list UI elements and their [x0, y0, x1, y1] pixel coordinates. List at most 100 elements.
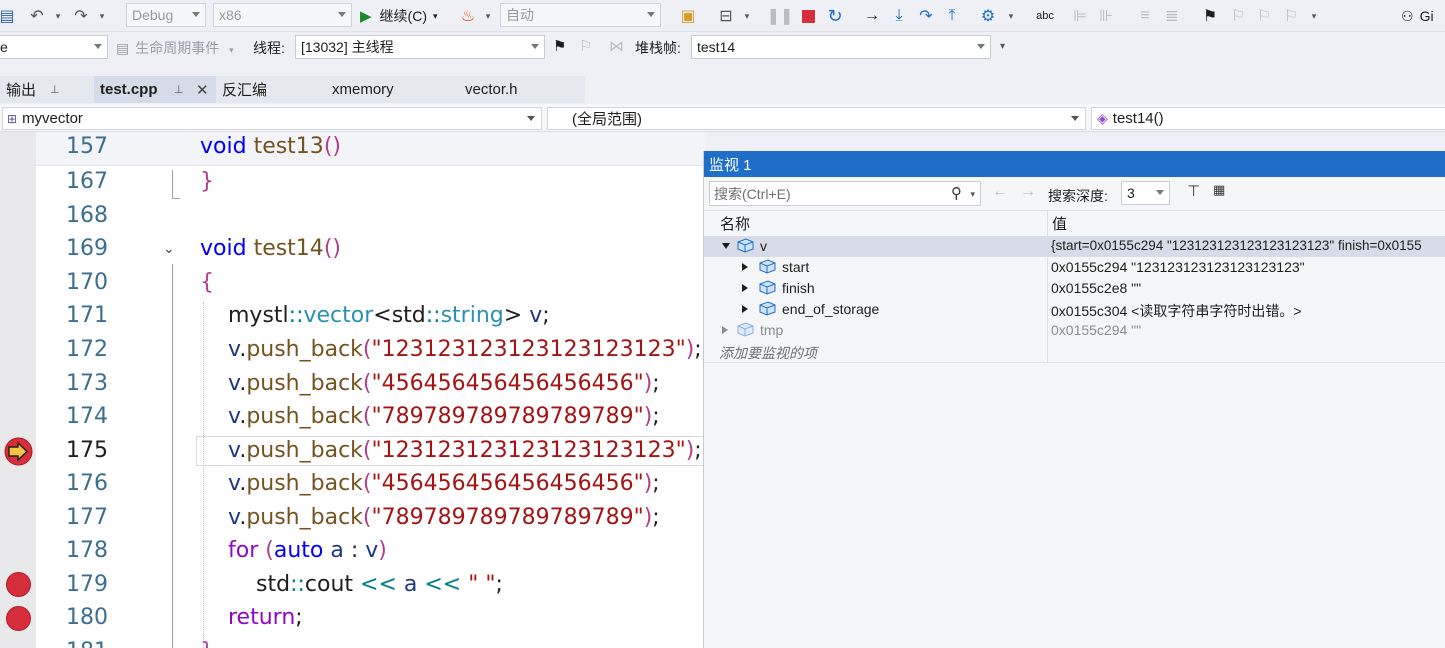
auto-combo[interactable]: 自动	[500, 3, 661, 27]
step-into-icon[interactable]: ⤓	[889, 5, 909, 27]
save-icon[interactable]: ▤	[0, 5, 15, 27]
indent-icon[interactable]: ≣	[1162, 5, 1182, 27]
collapse-chevron-icon[interactable]: ⌄	[163, 240, 175, 257]
search-dropdown-icon[interactable]: ▾	[970, 189, 975, 200]
add-watch-placeholder: 添加要监视的项	[719, 345, 817, 361]
expand-triangle-icon[interactable]	[742, 305, 748, 313]
search-depth-combo[interactable]: 3	[1121, 181, 1170, 205]
uncomment-icon[interactable]: ⊪	[1096, 5, 1116, 27]
tab-xmemory-label: xmemory	[332, 81, 394, 98]
tab-disassembly[interactable]: 反汇编	[222, 76, 322, 103]
continue-button[interactable]: ▶ 继续(C) ▾	[360, 5, 454, 27]
search-icon[interactable]: ⚲	[951, 184, 962, 202]
clear-bookmark-icon[interactable]: ⚐	[1281, 5, 1301, 27]
flag-thread-icon[interactable]: ⚑	[553, 37, 566, 55]
redo-dropdown-icon[interactable]: ▾	[96, 5, 108, 27]
project-combo[interactable]: ⊞ myvector	[2, 107, 542, 130]
code-line: mystl::vector<std::string> v;	[228, 303, 550, 328]
code-editor[interactable]: 157 167 168 169 170 171 172 173 174 175 …	[0, 132, 705, 648]
view-format-icon[interactable]: ▦	[1213, 182, 1225, 198]
tab-test-cpp[interactable]: test.cpp ⊥ ✕	[94, 76, 216, 103]
toolbar2-overflow-icon[interactable]: ▾	[1000, 41, 1005, 52]
bookmark-icon[interactable]: ⚑	[1200, 5, 1220, 27]
watch-row[interactable]: start 0x0155c294 "123123123123123123123"	[704, 257, 1445, 278]
redo-icon[interactable]: ↷	[70, 5, 92, 27]
expand-triangle-icon[interactable]	[722, 326, 728, 334]
spell-check-icon[interactable]: abc	[1033, 5, 1057, 27]
platform-combo[interactable]: x86	[213, 3, 352, 27]
watch-row-name: v	[760, 238, 767, 254]
tab-output[interactable]: 输出 ⊥	[0, 76, 92, 103]
watch-row[interactable]: end_of_storage 0x0155c304 <读取字符串字符时出错。>	[704, 299, 1445, 320]
close-icon[interactable]: ✕	[196, 81, 209, 99]
flag-threads-icon[interactable]: ⚐	[579, 37, 592, 55]
add-watch-row[interactable]: 添加要监视的项	[704, 341, 1445, 362]
diagnostic-dropdown-icon[interactable]: ▾	[1005, 5, 1017, 27]
undo-icon[interactable]: ↶	[26, 5, 48, 27]
stop-icon[interactable]	[799, 5, 817, 27]
code-line: }	[200, 639, 214, 648]
struct-cube-icon	[737, 322, 754, 337]
thread-combo[interactable]: [13032] 主线程	[295, 35, 545, 59]
search-depth-value: 3	[1127, 185, 1135, 201]
outline-guide	[172, 170, 173, 198]
window-layout-icon[interactable]: ⊟	[715, 5, 737, 27]
code-line: v.push_back("456456456456456456");	[228, 471, 660, 496]
tab-output-label: 输出	[6, 82, 37, 99]
pin-icon[interactable]: ⊥	[174, 83, 184, 96]
breakpoint-icon[interactable]	[6, 572, 31, 597]
show-next-statement-icon[interactable]: →	[862, 5, 882, 27]
expand-triangle-icon[interactable]	[742, 284, 748, 292]
line-number: 176	[66, 471, 108, 496]
step-over-icon[interactable]: ↷	[914, 5, 938, 27]
layout-dropdown-icon[interactable]: ▾	[741, 5, 753, 27]
diagnostic-icon[interactable]: ⚙	[977, 5, 999, 27]
git-button[interactable]: ⚇ Gi	[1401, 5, 1445, 27]
search-back-icon[interactable]: ←	[992, 183, 1008, 201]
hot-reload-icon[interactable]: ♨	[458, 5, 478, 27]
search-depth-label: 搜索深度:	[1048, 188, 1108, 204]
member-combo[interactable]: ◈ test14()	[1091, 107, 1445, 130]
next-bookmark-icon[interactable]: ⚐	[1254, 5, 1274, 27]
undo-dropdown-icon[interactable]: ▾	[52, 5, 64, 27]
line-number: 177	[66, 505, 108, 530]
search-forward-icon[interactable]: →	[1020, 183, 1036, 201]
outdent-icon[interactable]: ≡	[1135, 5, 1155, 27]
stack-icon[interactable]: ⋈	[609, 37, 624, 55]
git-icon: ⚇	[1401, 7, 1414, 24]
prev-bookmark-icon[interactable]: ⚐	[1228, 5, 1248, 27]
watch-row[interactable]: finish 0x0155c2e8 ""	[704, 278, 1445, 299]
hot-reload-dropdown-icon[interactable]: ▾	[482, 5, 494, 27]
column-header-value[interactable]: 值	[1052, 212, 1067, 234]
code-line: v.push_back("456456456456456456");	[228, 371, 660, 396]
step-out-icon[interactable]: ⤒	[942, 5, 962, 27]
expand-triangle-icon[interactable]	[742, 263, 748, 271]
breakpoint-margin[interactable]	[0, 132, 36, 648]
collapse-triangle-icon[interactable]	[722, 243, 730, 249]
folder-icon[interactable]: ▣	[677, 5, 699, 27]
watch-search-input[interactable]: 搜索(Ctrl+E) ⚲ ▾	[709, 181, 981, 206]
configuration-value: Debug	[132, 7, 174, 23]
toolbar-overflow-icon[interactable]: ▾	[1308, 5, 1320, 27]
tab-xmemory[interactable]: xmemory	[332, 76, 452, 103]
pin-icon[interactable]: ⊥	[50, 83, 60, 96]
restart-icon[interactable]: ↻	[824, 5, 846, 27]
watch-title[interactable]: 监视 1	[704, 151, 1445, 177]
tab-vector-h[interactable]: vector.h	[465, 76, 580, 103]
breakpoint-icon[interactable]	[6, 606, 31, 631]
column-header-name[interactable]: 名称	[720, 212, 750, 234]
lifecycle-events-button[interactable]: ▤ 生命周期事件 ▾	[116, 38, 234, 58]
project-value: myvector	[22, 110, 83, 127]
watch-row[interactable]: tmp 0x0155c294 ""	[704, 320, 1445, 341]
pin-source-icon[interactable]: ⊤	[1187, 182, 1200, 200]
process-combo[interactable]: e	[0, 35, 108, 59]
comment-icon[interactable]: ⊫	[1070, 5, 1090, 27]
code-line: v.push_back("789789789789789789");	[228, 404, 660, 429]
scope-combo[interactable]: (全局范围)	[547, 107, 1086, 130]
configuration-combo[interactable]: Debug	[126, 3, 206, 27]
lifecycle-label: 生命周期事件	[135, 40, 220, 56]
method-cube-icon: ◈	[1097, 110, 1108, 126]
watch-row[interactable]: v {start=0x0155c294 "1231231231231231231…	[704, 236, 1445, 257]
pause-icon[interactable]: ❚❚	[767, 5, 794, 27]
stackframe-combo[interactable]: test14	[691, 35, 991, 59]
